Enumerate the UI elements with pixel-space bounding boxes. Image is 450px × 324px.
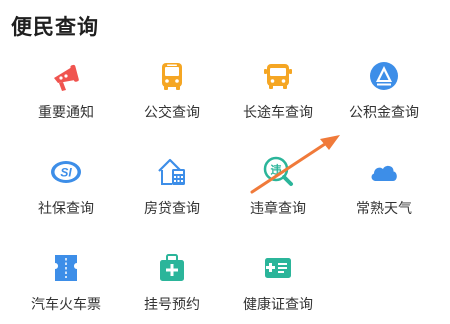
service-car-train-ticket[interactable]: 汽车火车票 [10, 250, 122, 324]
bus-icon [154, 58, 190, 94]
house-calculator-icon [154, 154, 190, 190]
service-label: 汽车火车票 [31, 297, 101, 313]
service-label: 挂号预约 [144, 297, 200, 313]
cloud-icon [366, 154, 402, 190]
megaphone-icon [48, 58, 84, 94]
service-weather[interactable]: 常熟天气 [328, 154, 440, 234]
service-important-notice[interactable]: 重要通知 [10, 58, 122, 138]
coach-icon [260, 58, 296, 94]
section-title: 便民查询 [11, 15, 99, 39]
service-bus-query[interactable]: 公交查询 [116, 58, 228, 138]
service-social-security-query[interactable]: SI 社保查询 [10, 154, 122, 234]
service-label: 社保查询 [38, 201, 94, 217]
service-label: 房贷查询 [144, 201, 200, 217]
traffic-violation-search-icon: 违 [260, 154, 296, 190]
service-coach-query[interactable]: 长途车查询 [222, 58, 334, 138]
service-label: 公交查询 [144, 105, 200, 121]
service-label: 重要通知 [38, 105, 94, 121]
housing-fund-logo-icon [366, 58, 402, 94]
service-traffic-violation-query[interactable]: 违 违章查询 [222, 154, 334, 234]
service-label: 常熟天气 [356, 201, 412, 217]
service-housing-fund-query[interactable]: 公积金查询 [328, 58, 440, 138]
health-card-icon [260, 250, 296, 286]
convenience-query-panel: 便民查询 重要通知 公交查询 长途车查询 公积金查询 SI 社保查询 房贷查询 … [0, 0, 450, 324]
service-label: 违章查询 [250, 201, 306, 217]
social-security-logo-icon: SI [48, 154, 84, 190]
service-health-certificate-query[interactable]: 健康证查询 [222, 250, 334, 324]
svg-text:SI: SI [60, 166, 72, 180]
service-hospital-appointment[interactable]: 挂号预约 [116, 250, 228, 324]
service-mortgage-query[interactable]: 房贷查询 [116, 154, 228, 234]
service-label: 健康证查询 [243, 297, 313, 313]
service-label: 公积金查询 [349, 105, 419, 121]
svg-text:违: 违 [271, 163, 282, 177]
medical-kit-icon [154, 250, 190, 286]
ticket-icon [48, 250, 84, 286]
service-label: 长途车查询 [243, 105, 313, 121]
